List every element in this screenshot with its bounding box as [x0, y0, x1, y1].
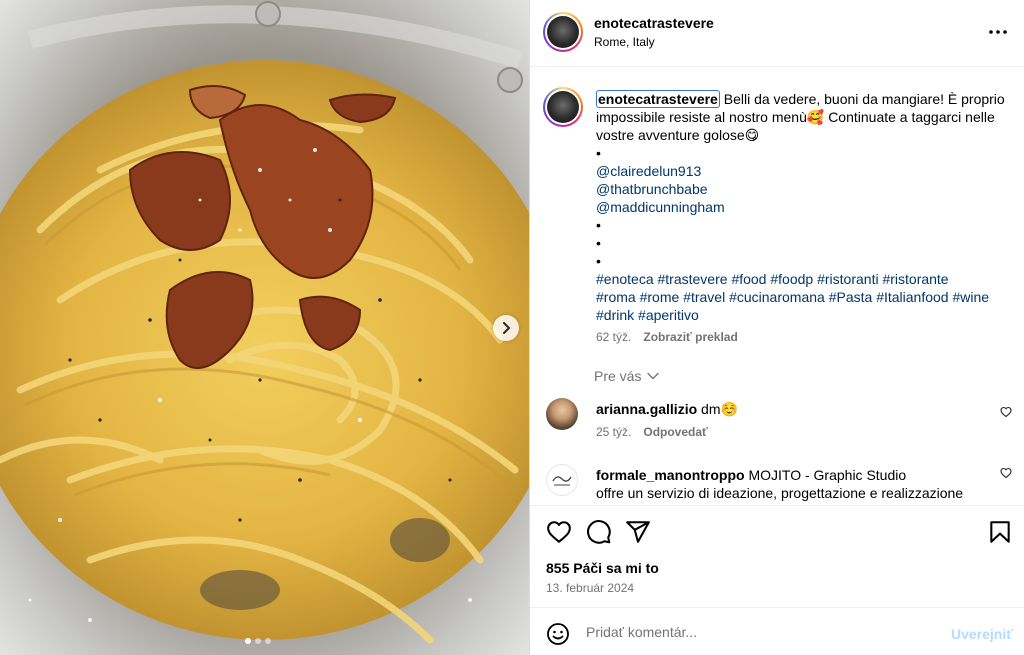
commenter-avatar[interactable] [546, 398, 578, 430]
caption-text-line: Belli da vedere, buoni da mangiare! È pr… [723, 91, 1005, 107]
comment-meta: 25 týž. Odpovedať [596, 425, 708, 439]
caption-meta: 62 týž. Zobraziť preklad [596, 330, 738, 344]
carousel-dot-active [245, 638, 251, 644]
mention-link[interactable]: @maddicunningham [596, 199, 725, 215]
logo-icon [552, 476, 572, 486]
caption-text-line: impossibile resiste al nostro menù🥰 Cont… [596, 109, 995, 125]
hashtag-link[interactable]: #enoteca [596, 271, 654, 287]
hashtag-link[interactable]: #aperitivo [638, 307, 699, 323]
add-comment-bar: Uverejniť [530, 607, 1024, 655]
mention-link[interactable]: @thatbrunchbabe [596, 181, 708, 197]
hashtag-link[interactable]: #drink [596, 307, 634, 323]
carousel-dot [255, 638, 261, 644]
post-location[interactable]: Rome, Italy [594, 35, 655, 49]
chevron-down-icon [647, 372, 660, 380]
hashtag-link[interactable]: #ristorante [882, 271, 948, 287]
emoji-icon[interactable] [546, 622, 570, 646]
post-image[interactable] [0, 0, 529, 655]
hashtag-line: #roma #rome #travel #cucinaromana #Pasta… [596, 288, 1016, 306]
comment-text: offre un servizio di ideazione, progetta… [596, 485, 964, 501]
post-date[interactable]: 13. február 2024 [546, 581, 634, 595]
commenter-avatar[interactable] [546, 464, 578, 496]
comment-time[interactable]: 25 týž. [596, 425, 631, 439]
hashtag-line: #enoteca #trastevere #food #foodp #risto… [596, 270, 1016, 288]
comment-text: dm☺️ [701, 401, 738, 417]
caption-bullet: • [596, 145, 601, 161]
carousel-dot [265, 638, 271, 644]
post-actions: 855 Páči sa mi to 13. február 2024 [530, 505, 1024, 607]
share-icon[interactable] [625, 519, 651, 545]
hashtag-line: #drink #aperitivo [596, 306, 1016, 324]
hashtag-link[interactable]: #trastevere [658, 271, 728, 287]
bookmark-icon[interactable] [987, 519, 1013, 545]
hashtag-link[interactable]: #cucinaromana [729, 289, 825, 305]
hashtag-link[interactable]: #food [731, 271, 766, 287]
carousel-indicator [245, 638, 271, 644]
post-comment-button[interactable]: Uverejniť [951, 626, 1013, 642]
post-caption: enotecatrastevere Belli da vedere, buoni… [596, 90, 1016, 324]
post-header: enotecatrastevere Rome, Italy [530, 0, 1024, 67]
hashtag-link[interactable]: #Pasta [829, 289, 873, 305]
commenter-username[interactable]: arianna.gallizio [596, 401, 697, 417]
heart-icon[interactable] [1000, 406, 1012, 418]
heart-icon[interactable] [1000, 467, 1012, 479]
caption-time[interactable]: 62 týž. [596, 330, 631, 344]
comments-section[interactable]: enotecatrastevere Belli da vedere, buoni… [530, 68, 1024, 504]
comment-icon[interactable] [586, 519, 612, 545]
hashtag-link[interactable]: #foodp [770, 271, 813, 287]
post-details-panel: enotecatrastevere Rome, Italy enotecatra… [529, 0, 1024, 655]
comment-text: MOJITO - Graphic Studio [748, 467, 907, 483]
author-avatar[interactable] [543, 12, 583, 52]
commenter-username[interactable]: formale_manontroppo [596, 467, 745, 483]
caption-bullet: • [596, 235, 601, 251]
hashtag-link[interactable]: #travel [683, 289, 725, 305]
hashtag-link[interactable]: #Italianfood [876, 289, 948, 305]
hashtag-link[interactable]: #roma [596, 289, 636, 305]
caption-author-avatar[interactable] [543, 87, 583, 127]
heart-icon[interactable] [546, 519, 572, 545]
caption-bullet: • [596, 253, 601, 269]
hashtag-link[interactable]: #ristoranti [817, 271, 878, 287]
comment-input[interactable] [586, 620, 926, 644]
caption-bullet: • [596, 217, 601, 233]
author-username[interactable]: enotecatrastevere [594, 15, 714, 31]
likes-count[interactable]: 855 Páči sa mi to [546, 560, 659, 576]
translate-button[interactable]: Zobraziť preklad [643, 330, 737, 344]
more-options-button[interactable] [988, 22, 1008, 42]
reply-button[interactable]: Odpovedať [643, 425, 707, 439]
chevron-right-icon [503, 322, 510, 334]
caption-text-line: vostre avventure golose😋 [596, 127, 760, 143]
carousel-next-button[interactable] [493, 315, 519, 341]
mention-link[interactable]: @clairedelun913 [596, 163, 701, 179]
see-more-toggle[interactable]: Pre vás [594, 368, 660, 384]
hashtag-link[interactable]: #rome [640, 289, 680, 305]
carbonara-photo [0, 0, 529, 655]
more-options-icon [989, 30, 1007, 34]
hashtag-link[interactable]: #wine [952, 289, 989, 305]
see-more-label: Pre vás [594, 368, 642, 384]
caption-author-username[interactable]: enotecatrastevere [596, 90, 720, 108]
